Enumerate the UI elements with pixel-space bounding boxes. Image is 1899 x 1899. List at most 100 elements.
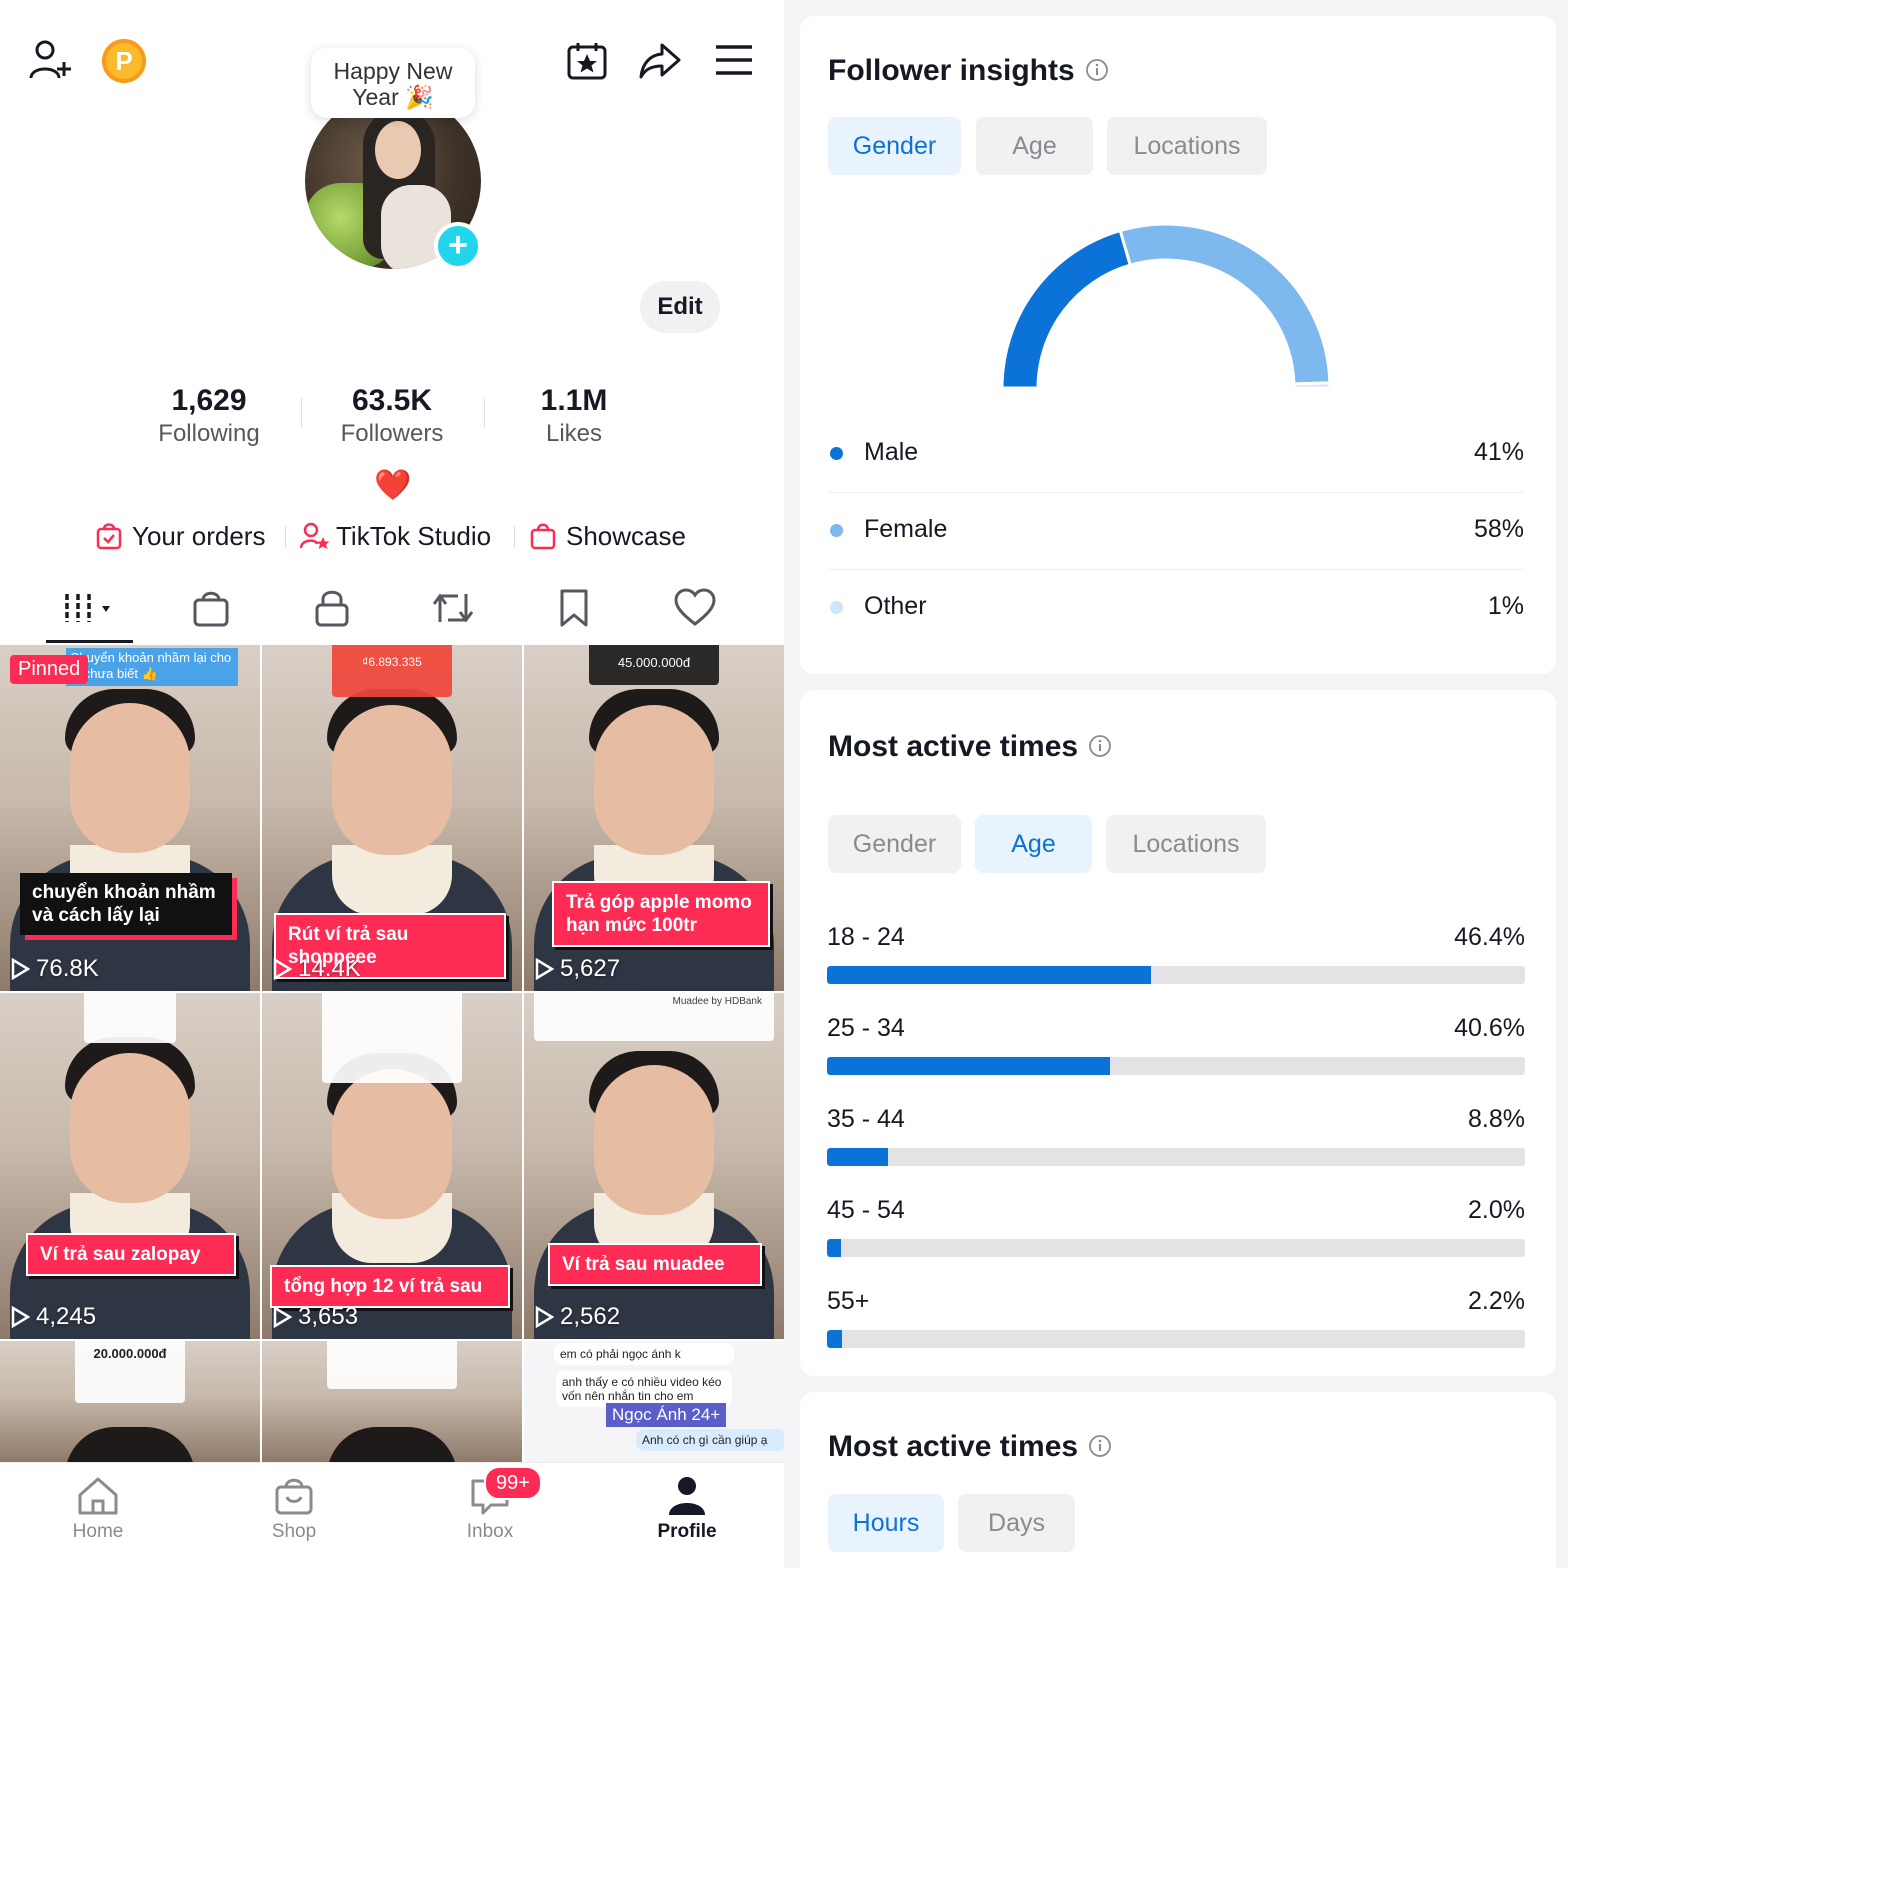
age-bar-fill bbox=[827, 1148, 889, 1166]
donut-slice-female bbox=[1118, 222, 1332, 386]
view-count: 3,653 bbox=[272, 1303, 358, 1331]
video-thumbnail[interactable] bbox=[262, 1341, 522, 1462]
video-top-text: ₫6.893.335 bbox=[332, 645, 452, 697]
pinned-badge: Pinned bbox=[10, 655, 89, 684]
videos-grid-tab-icon[interactable] bbox=[62, 588, 120, 633]
shop-tab-icon[interactable] bbox=[192, 588, 230, 633]
tab-age[interactable]: Age bbox=[975, 815, 1092, 873]
video-thumbnail[interactable]: tổng hợp 12 ví trả sau 3,653 bbox=[262, 993, 522, 1339]
stat-value: 1.1M bbox=[540, 384, 608, 417]
tab-locations[interactable]: Locations bbox=[1106, 815, 1266, 873]
active-times-hours-card: Most active times Hours Days bbox=[800, 1392, 1556, 1568]
menu-icon[interactable] bbox=[714, 44, 754, 76]
view-count-value: 14.4K bbox=[298, 955, 361, 982]
video-thumbnail[interactable]: 45.000.000đ Trả góp apple momo hạn mức 1… bbox=[524, 645, 784, 991]
info-icon[interactable] bbox=[1088, 734, 1112, 758]
nav-profile[interactable]: Profile bbox=[627, 1475, 747, 1543]
bookmark-tab-icon[interactable] bbox=[558, 588, 590, 633]
age-row-45-54: 45 - 54 2.0% bbox=[827, 1196, 1525, 1266]
legend-female: Female 58% bbox=[828, 493, 1524, 570]
age-bar-track bbox=[827, 1148, 1525, 1166]
play-icon bbox=[535, 1305, 555, 1329]
video-thumbnail[interactable]: Chuyển khoản nhầm lại cho ai chưa biết 👍… bbox=[0, 645, 260, 991]
info-icon[interactable] bbox=[1088, 1434, 1112, 1458]
legend-dot bbox=[830, 524, 843, 537]
legend-male: Male 41% bbox=[828, 416, 1524, 493]
video-thumbnail[interactable]: Muadee by HDBank Ví trả sau muadee 2,562 bbox=[524, 993, 784, 1339]
play-icon bbox=[535, 957, 555, 981]
legend-name: Other bbox=[864, 592, 927, 620]
view-count: 2,562 bbox=[534, 1303, 620, 1331]
age-pct: 8.8% bbox=[1468, 1105, 1525, 1133]
screenshot-card bbox=[322, 993, 462, 1083]
nav-home[interactable]: Home bbox=[38, 1475, 158, 1543]
legend-pct: 41% bbox=[1473, 438, 1524, 466]
profile-screen: P Happy New Year 🎉 + Edit 1,629 Followin… bbox=[0, 0, 784, 1568]
view-count-value: 76.8K bbox=[36, 955, 99, 982]
showcase-link[interactable]: Showcase bbox=[530, 516, 700, 556]
repost-tab-icon[interactable] bbox=[432, 588, 474, 633]
stat-followers[interactable]: 63.5K Followers bbox=[312, 382, 472, 448]
legend-pct: 58% bbox=[1473, 515, 1524, 543]
share-icon[interactable] bbox=[638, 41, 682, 81]
tab-gender[interactable]: Gender bbox=[828, 815, 961, 873]
legend-other: Other 1% bbox=[828, 570, 1524, 646]
info-icon[interactable] bbox=[1085, 58, 1109, 82]
age-label: 18 - 24 bbox=[827, 923, 905, 951]
video-top-text: 45.000.000đ bbox=[589, 645, 719, 685]
legend-pct: 1% bbox=[1487, 592, 1524, 620]
tiktok-studio-link[interactable]: TikTok Studio bbox=[300, 516, 510, 556]
divider bbox=[301, 398, 302, 428]
video-grid: Chuyển khoản nhầm lại cho ai chưa biết 👍… bbox=[0, 645, 784, 1462]
inbox-badge: 99+ bbox=[484, 1466, 542, 1500]
tab-hours[interactable]: Hours bbox=[828, 1494, 944, 1552]
link-label: Showcase bbox=[566, 521, 686, 551]
age-label: 55+ bbox=[827, 1287, 870, 1315]
heart-emoji: ❤️ bbox=[374, 469, 412, 502]
video-thumbnail[interactable]: ₫6.893.335 Rút ví trả sau shoppeee 14.4K bbox=[262, 645, 522, 991]
nav-shop[interactable]: Shop bbox=[234, 1475, 354, 1543]
tab-age[interactable]: Age bbox=[976, 117, 1093, 175]
profile-person-icon bbox=[669, 1477, 705, 1515]
screenshot-card bbox=[327, 1341, 457, 1389]
orders-bag-icon bbox=[96, 523, 122, 550]
video-thumbnail[interactable]: Ví trả sau zalopay 4,245 bbox=[0, 993, 260, 1339]
content-tabs bbox=[0, 584, 784, 644]
shop-bag-icon bbox=[275, 1478, 313, 1515]
stat-following[interactable]: 1,629 Following bbox=[129, 382, 289, 448]
chat-message: Anh có ch gì cần giúp ạ bbox=[636, 1429, 784, 1451]
nav-label: Inbox bbox=[466, 1521, 514, 1542]
bottom-nav: Home Shop Inbox Profile bbox=[0, 1462, 784, 1568]
calendar-star-icon[interactable] bbox=[566, 41, 608, 81]
age-bar-fill bbox=[827, 1057, 1111, 1075]
nav-label: Shop bbox=[271, 1521, 317, 1542]
gender-donut-chart bbox=[1000, 222, 1332, 390]
screenshot-card bbox=[84, 993, 176, 1043]
private-lock-tab-icon[interactable] bbox=[314, 588, 350, 633]
add-friend-icon[interactable] bbox=[28, 38, 74, 82]
add-story-plus-icon[interactable]: + bbox=[434, 222, 482, 270]
divider bbox=[514, 526, 515, 548]
link-label: Your orders bbox=[132, 521, 266, 551]
points-badge-icon[interactable]: P bbox=[102, 39, 146, 83]
edit-profile-button[interactable]: Edit bbox=[640, 281, 720, 333]
age-bar-fill bbox=[827, 1239, 841, 1257]
legend-name: Male bbox=[864, 438, 919, 466]
your-orders-link[interactable]: Your orders bbox=[96, 516, 276, 556]
tab-locations[interactable]: Locations bbox=[1107, 117, 1267, 175]
stat-value: 1,629 bbox=[171, 384, 247, 417]
view-count: 4,245 bbox=[10, 1303, 96, 1331]
home-icon bbox=[78, 1477, 118, 1515]
nav-label: Profile bbox=[657, 1521, 717, 1542]
tab-gender[interactable]: Gender bbox=[828, 117, 961, 175]
liked-heart-tab-icon[interactable] bbox=[674, 588, 716, 633]
video-top-text: 20.000.000đ bbox=[75, 1341, 185, 1403]
video-thumbnail[interactable]: em có phải ngọc ánh k anh thấy e có nhiề… bbox=[524, 1341, 784, 1462]
tab-days[interactable]: Days bbox=[958, 1494, 1075, 1552]
video-caption: tổng hợp 12 ví trả sau bbox=[270, 1265, 510, 1308]
card-title: Most active times bbox=[828, 730, 1112, 764]
stat-likes[interactable]: 1.1M Likes bbox=[494, 382, 654, 448]
nav-label: Home bbox=[72, 1521, 124, 1542]
legend-dot bbox=[830, 447, 843, 460]
video-thumbnail[interactable]: 20.000.000đ bbox=[0, 1341, 260, 1462]
